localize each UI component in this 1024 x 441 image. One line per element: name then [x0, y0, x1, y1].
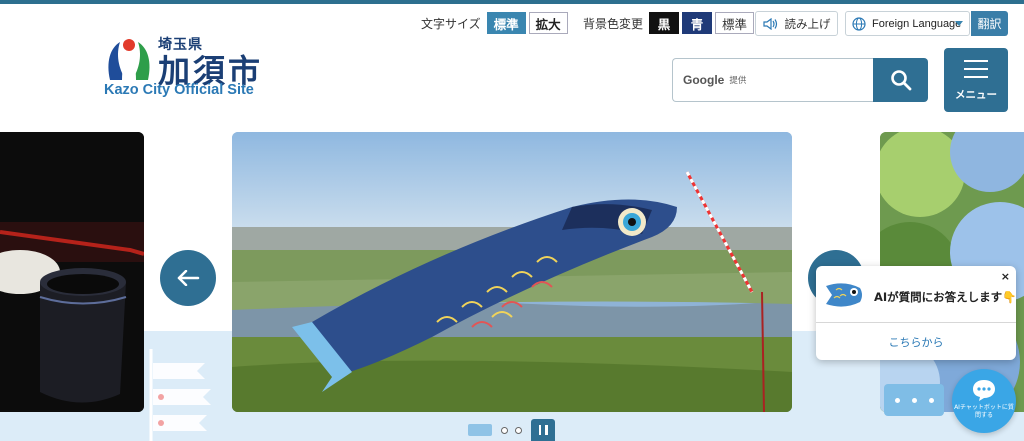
- chat-typing-indicator: [884, 384, 944, 416]
- language-select[interactable]: Foreign Language: [845, 11, 970, 36]
- menu-button-label: メニュー: [955, 89, 997, 101]
- chevron-down-icon: [955, 21, 963, 26]
- search-provider-suffix: 提供: [729, 76, 747, 86]
- menu-button[interactable]: メニュー: [944, 48, 1008, 112]
- slider-dot[interactable]: [515, 426, 522, 434]
- chatbot-launcher-button[interactable]: AIチャットボットに質問する: [952, 369, 1016, 433]
- speaker-icon: [762, 17, 777, 30]
- slider-dot-active[interactable]: [468, 424, 492, 436]
- translate-button[interactable]: 翻訳: [971, 11, 1008, 36]
- read-aloud-label: 読み上げ: [784, 16, 831, 31]
- site-logo[interactable]: 埼玉県 加須市 Kazo City Official Site: [104, 32, 274, 104]
- chat-divider: [816, 322, 1016, 323]
- slider-dot[interactable]: [501, 426, 508, 434]
- chat-message: AIが質問にお答えします👇: [874, 290, 1017, 304]
- slide-image-main[interactable]: [232, 132, 792, 412]
- top-accent-bar: [0, 0, 1024, 4]
- chatbot-launcher-label: AIチャットボットに質問する: [954, 404, 1014, 419]
- slider-pagination: [468, 420, 529, 440]
- slider-prev-button[interactable]: [160, 250, 216, 306]
- pause-icon: [545, 425, 548, 435]
- language-select-value: Foreign Language: [872, 17, 962, 30]
- slide-image-left[interactable]: [0, 132, 144, 412]
- font-size-controls: 文字サイズ 標準 拡大: [421, 12, 571, 34]
- globe-icon: [852, 16, 866, 31]
- menu-bar-icon: [964, 76, 988, 78]
- pause-icon: [538, 425, 541, 435]
- search-provider-brand: Google: [683, 73, 725, 87]
- bg-black-button[interactable]: 黒: [649, 12, 680, 34]
- koinobori-illustration: [149, 349, 211, 441]
- background-color-controls: 背景色変更 黒 青 標準: [583, 12, 757, 34]
- close-icon[interactable]: ×: [1001, 270, 1010, 283]
- chat-open-link[interactable]: こちらから: [816, 334, 1016, 350]
- slider-pause-button[interactable]: [531, 419, 555, 441]
- city-emblem-icon: [108, 39, 150, 80]
- koinobori-mascot-icon: [826, 283, 862, 307]
- read-aloud-button[interactable]: 読み上げ: [755, 11, 838, 36]
- menu-bar-icon: [964, 60, 988, 62]
- logo-english-name: Kazo City Official Site: [104, 82, 254, 98]
- chat-bubble-icon: [973, 380, 995, 401]
- menu-bar-icon: [964, 68, 988, 70]
- search-button[interactable]: [873, 58, 928, 102]
- bg-blue-button[interactable]: 青: [682, 12, 713, 34]
- bg-standard-button[interactable]: 標準: [715, 12, 755, 34]
- search-icon: [890, 70, 911, 91]
- font-size-standard-button[interactable]: 標準: [486, 12, 526, 34]
- font-size-large-button[interactable]: 拡大: [528, 12, 568, 34]
- search-input[interactable]: Google 提供: [672, 58, 873, 102]
- background-color-label: 背景色変更: [583, 16, 644, 31]
- arrow-left-icon: [177, 270, 200, 286]
- font-size-label: 文字サイズ: [421, 16, 481, 31]
- ai-chat-popup: × AIが質問にお答えします👇 こちらから: [816, 266, 1017, 360]
